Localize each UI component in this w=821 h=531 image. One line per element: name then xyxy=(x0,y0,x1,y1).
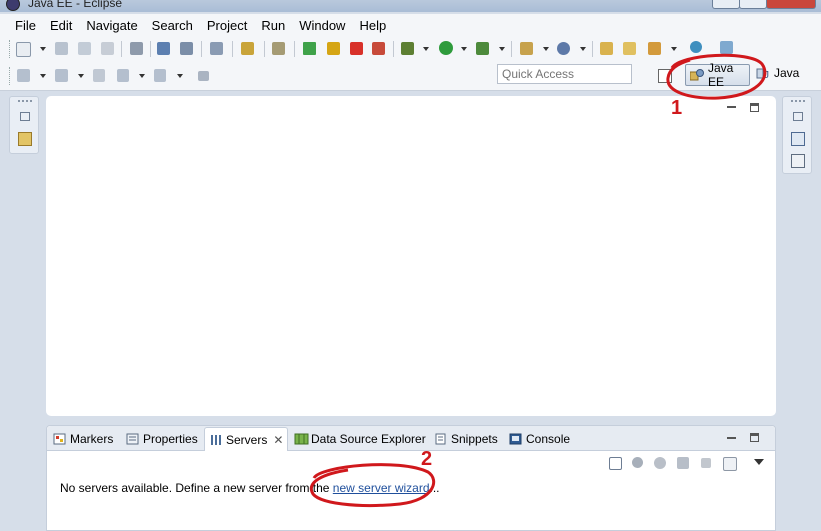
annotation-number-1: 1 xyxy=(671,97,683,119)
annotation-marks xyxy=(309,53,767,507)
annotation-circle-wizard xyxy=(309,463,436,507)
annotation-circle-java-ee xyxy=(666,53,767,100)
annotation-number-2: 2 xyxy=(421,448,433,470)
